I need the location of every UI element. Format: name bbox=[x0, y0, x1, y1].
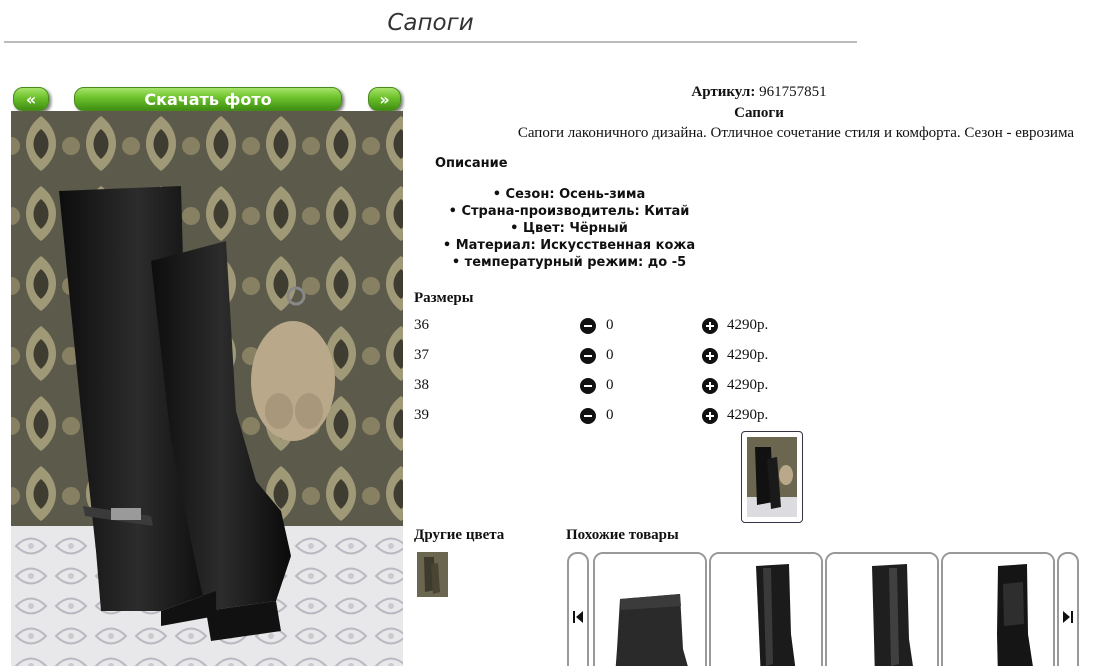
similar-product-card[interactable] bbox=[593, 552, 707, 666]
next-photo-button[interactable]: » bbox=[368, 87, 401, 111]
photo-thumbnail[interactable] bbox=[741, 431, 803, 523]
minus-circle-icon[interactable] bbox=[580, 348, 596, 364]
minus-circle-icon[interactable] bbox=[580, 408, 596, 424]
title-divider bbox=[4, 41, 857, 43]
feature-item: • температурный режим: до -5 bbox=[451, 255, 687, 270]
similar-product-card[interactable] bbox=[941, 552, 1055, 666]
feature-item: • Страна-производитель: Китай bbox=[448, 204, 690, 219]
other-colors-heading: Другие цвета bbox=[414, 527, 505, 543]
carousel-next-button[interactable] bbox=[1057, 552, 1079, 666]
similar-product-card[interactable] bbox=[825, 552, 939, 666]
price-value: 4290р. bbox=[727, 407, 769, 423]
feature-item: • Материал: Искусственная кожа bbox=[442, 238, 696, 253]
price-value: 4290р. bbox=[727, 377, 769, 393]
main-product-photo bbox=[11, 111, 403, 666]
plus-circle-icon[interactable] bbox=[702, 378, 718, 394]
quantity-value: 0 bbox=[606, 407, 614, 423]
sizes-heading: Размеры bbox=[414, 290, 474, 306]
size-value: 39 bbox=[414, 407, 429, 423]
price-value: 4290р. bbox=[727, 317, 769, 333]
size-row: 38 0 4290р. bbox=[414, 377, 814, 397]
quantity-value: 0 bbox=[606, 377, 614, 393]
minus-circle-icon[interactable] bbox=[580, 378, 596, 394]
minus-circle-icon[interactable] bbox=[580, 318, 596, 334]
size-value: 37 bbox=[414, 347, 429, 363]
size-value: 36 bbox=[414, 317, 429, 333]
similar-product-card[interactable] bbox=[709, 552, 823, 666]
size-row: 36 0 4290р. bbox=[414, 317, 814, 337]
other-color-thumbnail[interactable] bbox=[417, 552, 448, 597]
similar-products-heading: Похожие товары bbox=[566, 527, 679, 543]
skip-back-icon bbox=[573, 611, 583, 623]
feature-item: • Цвет: Чёрный bbox=[510, 221, 628, 236]
size-value: 38 bbox=[414, 377, 429, 393]
description-heading: Описание bbox=[435, 156, 508, 171]
product-short-description: Сапоги лаконичного дизайна. Отличное соч… bbox=[517, 125, 1074, 141]
previous-photo-button[interactable]: « bbox=[13, 87, 49, 111]
feature-list: • Сезон: Осень-зима • Страна-производите… bbox=[414, 186, 724, 271]
carousel-prev-button[interactable] bbox=[567, 552, 589, 666]
price-value: 4290р. bbox=[727, 347, 769, 363]
plus-circle-icon[interactable] bbox=[702, 408, 718, 424]
article-line: Артикул: 961757851 bbox=[414, 83, 1104, 102]
product-name: Сапоги bbox=[734, 105, 784, 121]
article-label: Артикул: bbox=[691, 84, 756, 100]
download-photo-button[interactable]: Скачать фото bbox=[74, 87, 342, 111]
feature-item: • Сезон: Осень-зима bbox=[492, 187, 646, 202]
plus-circle-icon[interactable] bbox=[702, 318, 718, 334]
product-info: Артикул: 961757851 Сапоги Сапоги лаконич… bbox=[414, 83, 1104, 143]
quantity-value: 0 bbox=[606, 317, 614, 333]
plus-circle-icon[interactable] bbox=[702, 348, 718, 364]
size-row: 39 0 4290р. bbox=[414, 407, 814, 427]
page-title: Сапоги bbox=[387, 10, 474, 36]
size-row: 37 0 4290р. bbox=[414, 347, 814, 367]
article-value: 961757851 bbox=[759, 84, 827, 100]
skip-forward-icon bbox=[1063, 611, 1073, 623]
quantity-value: 0 bbox=[606, 347, 614, 363]
